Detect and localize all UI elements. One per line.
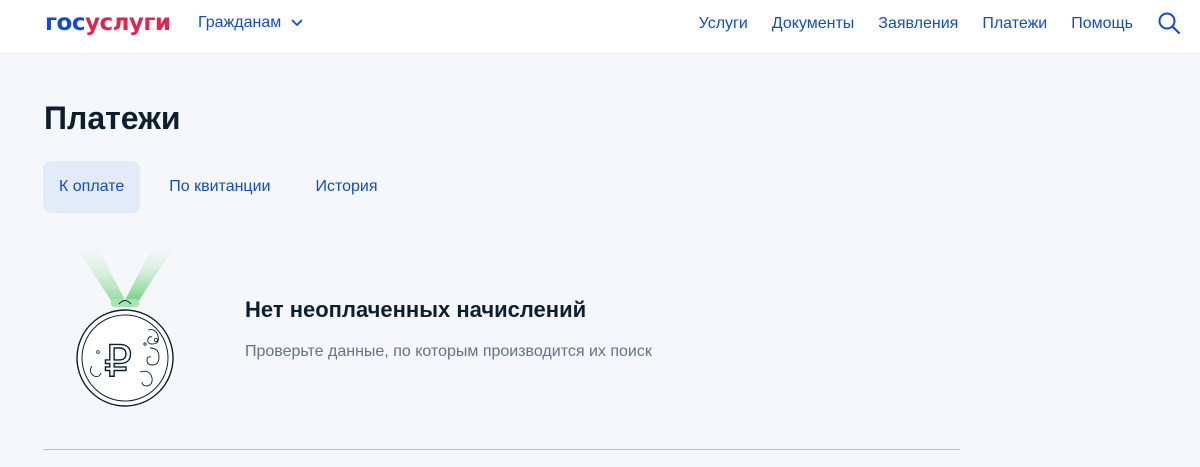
nav-item-payments[interactable]: Платежи <box>982 14 1047 34</box>
tab-history[interactable]: История <box>299 161 393 213</box>
nav-item-documents[interactable]: Документы <box>772 14 854 34</box>
logo-part-gos: гос <box>45 10 85 36</box>
chevron-down-icon <box>291 19 303 26</box>
nav-item-applications[interactable]: Заявления <box>878 14 958 34</box>
ruble-symbol: ₽ <box>104 336 132 387</box>
main-nav: Услуги Документы Заявления Платежи Помощ… <box>699 14 1133 34</box>
tab-to-pay[interactable]: К оплате <box>43 161 141 213</box>
content-divider <box>43 449 960 450</box>
top-header: госуслуги Гражданам Услуги Документы Зая… <box>0 0 1200 54</box>
nav-item-services[interactable]: Услуги <box>699 14 748 34</box>
ruble-medal-illustration: ₽ <box>62 244 192 414</box>
empty-state-text: Проверьте данные, по которым производитс… <box>245 343 652 360</box>
payments-tabs: К оплате По квитанции История <box>43 161 394 213</box>
gosuslugi-logo[interactable]: госуслуги <box>45 10 171 36</box>
audience-label: Гражданам <box>198 14 282 31</box>
empty-state-title: Нет неоплаченных начислений <box>245 297 587 322</box>
nav-item-help[interactable]: Помощь <box>1071 14 1133 34</box>
audience-dropdown[interactable]: Гражданам <box>198 14 303 32</box>
page-title: Платежи <box>44 100 181 136</box>
tab-by-receipt[interactable]: По квитанции <box>153 161 286 213</box>
search-icon <box>1158 12 1181 35</box>
logo-part-uslugi: услуги <box>84 10 171 36</box>
search-button[interactable] <box>1157 11 1181 35</box>
